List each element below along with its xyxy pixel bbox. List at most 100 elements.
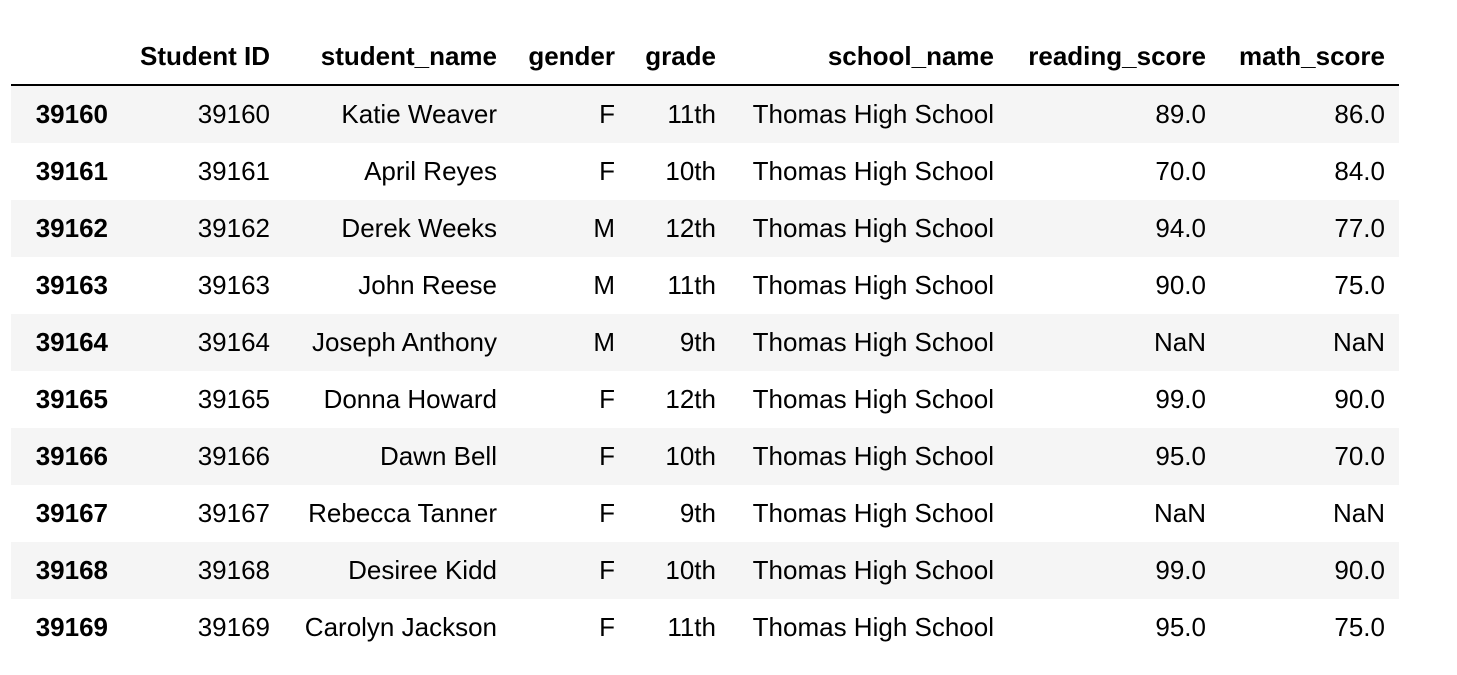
row-index: 39168: [35, 555, 108, 585]
cell-student-name: Joseph Anthony: [311, 327, 497, 357]
cell-student-id: 39160: [197, 99, 270, 129]
row-index: 39167: [35, 498, 108, 528]
cell-gender: F: [599, 612, 615, 642]
header-reading-score: reading_score: [1028, 41, 1206, 71]
dataframe-table: Student ID student_name gender grade sch…: [11, 29, 1399, 656]
cell-math-score: NaN: [1332, 327, 1385, 357]
cell-student-id: 39169: [197, 612, 270, 642]
cell-student-name: Rebecca Tanner: [308, 498, 497, 528]
cell-reading-score: 89.0: [1155, 99, 1206, 129]
cell-school-name: Thomas High School: [752, 384, 994, 414]
row-index: 39161: [35, 156, 108, 186]
cell-grade: 12th: [665, 384, 716, 414]
header-gender: gender: [528, 41, 615, 71]
cell-grade: 10th: [665, 441, 716, 471]
header-grade: grade: [645, 41, 716, 71]
cell-student-name: Desiree Kidd: [348, 555, 497, 585]
cell-student-name: Donna Howard: [323, 384, 497, 414]
cell-student-id: 39166: [197, 441, 270, 471]
table-row: 39165 39165 Donna Howard F 12th Thomas High S…: [11, 371, 1399, 428]
cell-math-score: 70.0: [1334, 441, 1385, 471]
cell-student-id: 39163: [197, 270, 270, 300]
cell-gender: F: [599, 156, 615, 186]
cell-student-name: Carolyn Jackson: [304, 612, 497, 642]
cell-school-name: Thomas High School: [752, 555, 994, 585]
cell-student-id: 39167: [197, 498, 270, 528]
table-row: 39167 39167 Rebecca Tanner F 9th Thomas High …: [11, 485, 1399, 542]
cell-grade: 10th: [665, 555, 716, 585]
cell-gender: F: [599, 498, 615, 528]
cell-student-id: 39164: [197, 327, 270, 357]
cell-math-score: 90.0: [1334, 384, 1385, 414]
cell-school-name: Thomas High School: [752, 327, 994, 357]
table-row: 39164 39164 Joseph Anthony M 9th Thomas High …: [11, 314, 1399, 371]
table-row: 39166 39166 Dawn Bell F 10th Thomas High Scho…: [11, 428, 1399, 485]
cell-grade: 11th: [667, 612, 716, 642]
cell-grade: 12th: [665, 213, 716, 243]
header-index: [11, 29, 122, 85]
dataframe-output: Student ID student_name gender grade sch…: [11, 29, 1399, 656]
cell-school-name: Thomas High School: [752, 99, 994, 129]
cell-gender: F: [599, 99, 615, 129]
cell-grade: 11th: [667, 99, 716, 129]
row-index: 39163: [35, 270, 108, 300]
cell-student-name: Katie Weaver: [341, 99, 497, 129]
cell-student-name: April Reyes: [364, 156, 497, 186]
cell-student-name: Derek Weeks: [341, 213, 497, 243]
cell-math-score: 77.0: [1334, 213, 1385, 243]
table-row: 39162 39162 Derek Weeks M 12th Thomas High Sc…: [11, 200, 1399, 257]
cell-gender: M: [593, 327, 615, 357]
cell-school-name: Thomas High School: [752, 441, 994, 471]
cell-math-score: 90.0: [1334, 555, 1385, 585]
row-index: 39164: [35, 327, 108, 357]
cell-school-name: Thomas High School: [752, 270, 994, 300]
cell-gender: F: [599, 384, 615, 414]
header-school-name: school_name: [827, 41, 994, 71]
row-index: 39169: [35, 612, 108, 642]
cell-grade: 9th: [679, 498, 716, 528]
cell-gender: F: [599, 555, 615, 585]
table-row: 39160 39160 Katie Weaver F 11th Thomas High S…: [11, 85, 1399, 143]
cell-grade: 11th: [667, 270, 716, 300]
cell-reading-score: 95.0: [1155, 612, 1206, 642]
cell-student-id: 39165: [197, 384, 270, 414]
cell-school-name: Thomas High School: [752, 498, 994, 528]
table-row: 39163 39163 John Reese M 11th Thomas High Sch…: [11, 257, 1399, 314]
header-row: Student ID student_name gender grade sch…: [11, 29, 1399, 85]
table-row: 39161 39161 April Reyes F 10th Thomas High Sc…: [11, 143, 1399, 200]
cell-reading-score: 95.0: [1155, 441, 1206, 471]
cell-reading-score: 99.0: [1155, 384, 1206, 414]
cell-grade: 9th: [679, 327, 716, 357]
cell-reading-score: 99.0: [1155, 555, 1206, 585]
cell-gender: M: [593, 270, 615, 300]
cell-math-score: 75.0: [1334, 612, 1385, 642]
cell-math-score: 84.0: [1334, 156, 1385, 186]
cell-school-name: Thomas High School: [752, 612, 994, 642]
cell-math-score: 75.0: [1334, 270, 1385, 300]
cell-math-score: 86.0: [1334, 99, 1385, 129]
row-index: 39166: [35, 441, 108, 471]
table-header: Student ID student_name gender grade sch…: [11, 29, 1399, 85]
cell-gender: M: [593, 213, 615, 243]
cell-reading-score: 70.0: [1155, 156, 1206, 186]
cell-reading-score: 94.0: [1155, 213, 1206, 243]
cell-gender: F: [599, 441, 615, 471]
cell-student-id: 39161: [197, 156, 270, 186]
cell-reading-score: NaN: [1153, 327, 1206, 357]
table-body: 39160 39160 Katie Weaver F 11th Thomas High S…: [11, 85, 1399, 656]
header-student-name: student_name: [320, 41, 497, 71]
cell-reading-score: 90.0: [1155, 270, 1206, 300]
row-index: 39160: [35, 99, 108, 129]
header-student-id: Student ID: [140, 41, 270, 71]
header-math-score: math_score: [1239, 41, 1385, 71]
row-index: 39162: [35, 213, 108, 243]
table-row: 39169 39169 Carolyn Jackson F 11th Thomas Hig…: [11, 599, 1399, 656]
cell-math-score: NaN: [1332, 498, 1385, 528]
cell-student-name: Dawn Bell: [379, 441, 497, 471]
table-row: 39168 39168 Desiree Kidd F 10th Thomas High S…: [11, 542, 1399, 599]
cell-reading-score: NaN: [1153, 498, 1206, 528]
cell-student-id: 39168: [197, 555, 270, 585]
cell-school-name: Thomas High School: [752, 156, 994, 186]
row-index: 39165: [35, 384, 108, 414]
cell-school-name: Thomas High School: [752, 213, 994, 243]
